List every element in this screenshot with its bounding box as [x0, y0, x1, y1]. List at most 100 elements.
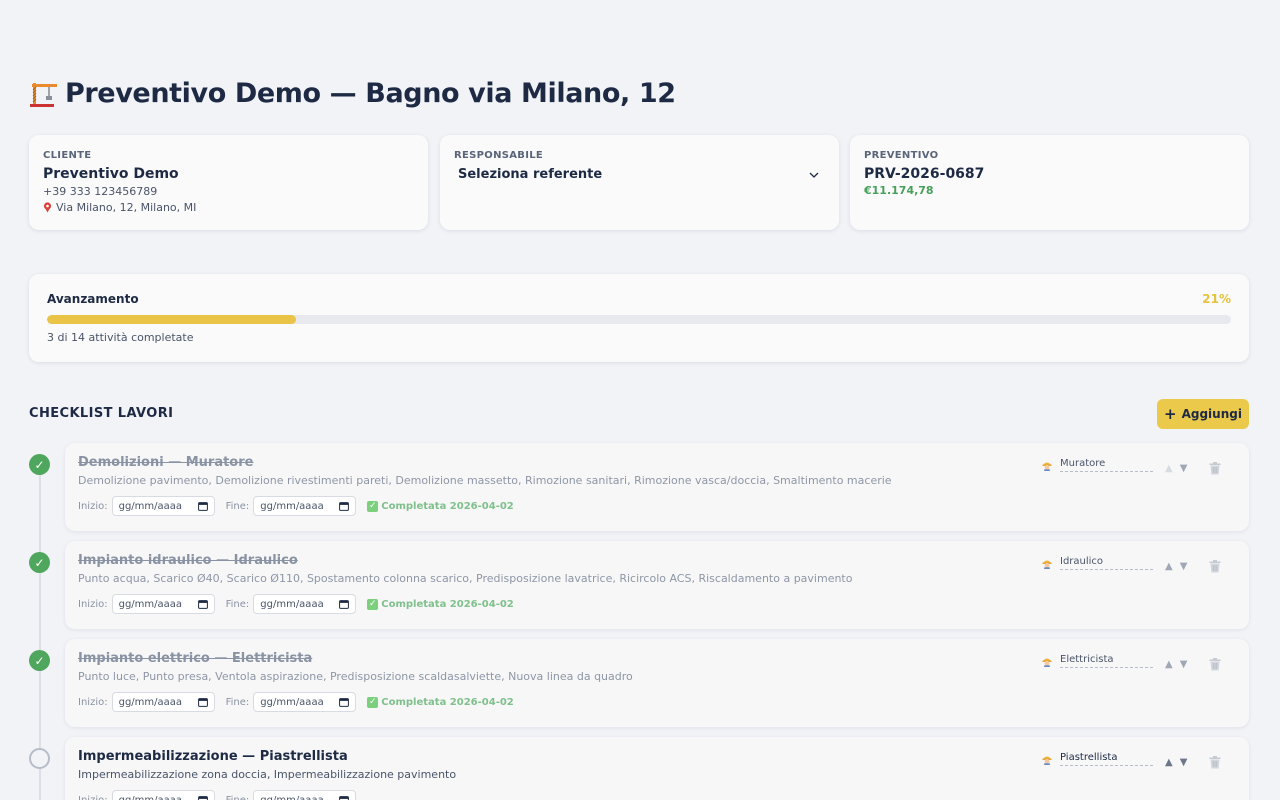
progress-summary: 3 di 14 attività completate: [47, 331, 194, 344]
completed-text: Completata 2026-04-02: [381, 696, 514, 708]
end-date-input[interactable]: gg/mm/aaaa: [253, 594, 357, 614]
end-date-label: Fine:: [225, 794, 250, 800]
responsible-label: RESPONSABILE: [454, 150, 544, 161]
reorder-controls: ▲ ▼: [1165, 659, 1187, 670]
client-label: CLIENTE: [43, 150, 92, 161]
crane-icon: [29, 79, 59, 109]
move-down-button[interactable]: ▼: [1180, 561, 1188, 572]
completed-badge: ✓ Completata 2026-04-02: [367, 696, 514, 708]
worker-name: Elettricista: [1060, 654, 1153, 668]
move-up-button[interactable]: ▲: [1165, 463, 1173, 474]
calendar-icon: [197, 796, 208, 800]
checklist-title: CHECKLIST LAVORI: [29, 406, 174, 421]
task-checkbox[interactable]: ✓: [29, 552, 50, 573]
client-address-text: Via Milano, 12, Milano, MI: [56, 201, 197, 214]
calendar-icon: [339, 698, 350, 707]
progress-title: Avanzamento: [47, 292, 139, 306]
worker-name: Muratore: [1060, 458, 1153, 472]
trash-icon[interactable]: [1209, 658, 1221, 671]
add-task-label: Aggiungi: [1181, 407, 1242, 421]
start-date-input[interactable]: gg/mm/aaaa: [111, 692, 215, 712]
reorder-controls: ▲ ▼: [1165, 757, 1187, 768]
task-checkbox[interactable]: [29, 748, 50, 769]
end-date-input[interactable]: gg/mm/aaaa: [253, 692, 357, 712]
client-phone: +39 333 123456789: [43, 185, 158, 198]
trash-icon[interactable]: [1209, 560, 1221, 573]
worker-icon: [1042, 658, 1052, 667]
worker-name: Idraulico: [1060, 556, 1153, 570]
end-date-label: Fine:: [225, 696, 250, 708]
check-icon: ✓: [367, 598, 379, 610]
worker-icon: [1042, 560, 1052, 569]
task-checkbox[interactable]: ✓: [29, 454, 50, 475]
start-date-input[interactable]: gg/mm/aaaa: [111, 496, 215, 516]
responsible-card: RESPONSABILE Seleziona referente: [440, 135, 839, 230]
move-down-button[interactable]: ▼: [1180, 757, 1188, 768]
calendar-icon: [339, 796, 350, 800]
progress-bar: [47, 315, 1231, 324]
move-up-button[interactable]: ▲: [1165, 659, 1173, 670]
trash-icon[interactable]: [1209, 756, 1221, 769]
quote-code: PRV-2026-0687: [864, 166, 985, 182]
calendar-icon: [339, 600, 350, 609]
calendar-icon: [197, 502, 208, 511]
task-item: ✓ Impianto idraulico — Idraulico Punto a…: [0, 541, 1280, 642]
completed-text: Completata 2026-04-02: [381, 598, 514, 610]
calendar-icon: [339, 502, 350, 511]
end-date-label: Fine:: [225, 598, 250, 610]
move-down-button[interactable]: ▼: [1180, 659, 1188, 670]
completed-badge: ✓ Completata 2026-04-02: [367, 598, 514, 610]
trash-icon[interactable]: [1209, 462, 1221, 475]
start-date-input[interactable]: gg/mm/aaaa: [111, 594, 215, 614]
worker-icon: [1042, 462, 1052, 471]
end-date-input[interactable]: gg/mm/aaaa: [253, 790, 357, 800]
completed-badge: ✓ Completata 2026-04-02: [367, 500, 514, 512]
start-date-label: Inizio:: [78, 598, 108, 610]
progress-card: Avanzamento 21% 3 di 14 attività complet…: [29, 274, 1249, 362]
task-checkbox[interactable]: ✓: [29, 650, 50, 671]
responsible-select[interactable]: Seleziona referente: [454, 167, 825, 182]
task-card: Impermeabilizzazione — Piastrellista Imp…: [65, 737, 1249, 800]
end-date-label: Fine:: [225, 500, 250, 512]
chevron-down-icon: [809, 172, 819, 178]
client-address: Via Milano, 12, Milano, MI: [43, 201, 414, 214]
pin-icon: [43, 202, 52, 213]
move-up-button[interactable]: ▲: [1165, 561, 1173, 572]
reorder-controls: ▲ ▼: [1165, 561, 1187, 572]
page-title: Preventivo Demo — Bagno via Milano, 12: [65, 78, 676, 109]
worker-assignment[interactable]: Muratore: [1042, 458, 1153, 472]
start-date-label: Inizio:: [78, 696, 108, 708]
page-header: Preventivo Demo — Bagno via Milano, 12: [29, 78, 676, 109]
task-description: Demolizione pavimento, Demolizione rives…: [78, 474, 892, 487]
reorder-controls: ▲ ▼: [1165, 463, 1187, 474]
start-date-label: Inizio:: [78, 794, 108, 800]
task-item: ✓ Demolizioni — Muratore Demolizione pav…: [0, 443, 1280, 544]
task-card: Demolizioni — Muratore Demolizione pavim…: [65, 443, 1249, 531]
worker-assignment[interactable]: Piastrellista: [1042, 752, 1153, 766]
task-description: Punto luce, Punto presa, Ventola aspiraz…: [78, 670, 633, 683]
move-down-button[interactable]: ▼: [1180, 463, 1188, 474]
check-icon: ✓: [367, 696, 379, 708]
add-task-button[interactable]: + Aggiungi: [1157, 399, 1249, 429]
start-date-input[interactable]: gg/mm/aaaa: [111, 790, 215, 800]
worker-assignment[interactable]: Elettricista: [1042, 654, 1153, 668]
check-icon: ✓: [367, 500, 379, 512]
task-description: Impermeabilizzazione zona doccia, Imperm…: [78, 768, 457, 781]
client-card: CLIENTE Preventivo Demo +39 333 12345678…: [29, 135, 428, 230]
worker-icon: [1042, 756, 1052, 765]
progress-bar-fill: [47, 315, 296, 324]
task-card: Impianto idraulico — Idraulico Punto acq…: [65, 541, 1249, 629]
task-description: Punto acqua, Scarico Ø40, Scarico Ø110, …: [78, 572, 853, 585]
start-date-label: Inizio:: [78, 500, 108, 512]
worker-assignment[interactable]: Idraulico: [1042, 556, 1153, 570]
completed-text: Completata 2026-04-02: [381, 500, 514, 512]
progress-percent: 21%: [1202, 292, 1231, 306]
move-up-button[interactable]: ▲: [1165, 757, 1173, 768]
responsible-select-value: Seleziona referente: [458, 167, 603, 182]
end-date-input[interactable]: gg/mm/aaaa: [253, 496, 357, 516]
task-card: Impianto elettrico — Elettricista Punto …: [65, 639, 1249, 727]
worker-name: Piastrellista: [1060, 752, 1153, 766]
plus-icon: +: [1164, 404, 1177, 423]
task-item: ✓ Impianto elettrico — Elettricista Punt…: [0, 639, 1280, 740]
task-item: Impermeabilizzazione — Piastrellista Imp…: [0, 737, 1280, 800]
